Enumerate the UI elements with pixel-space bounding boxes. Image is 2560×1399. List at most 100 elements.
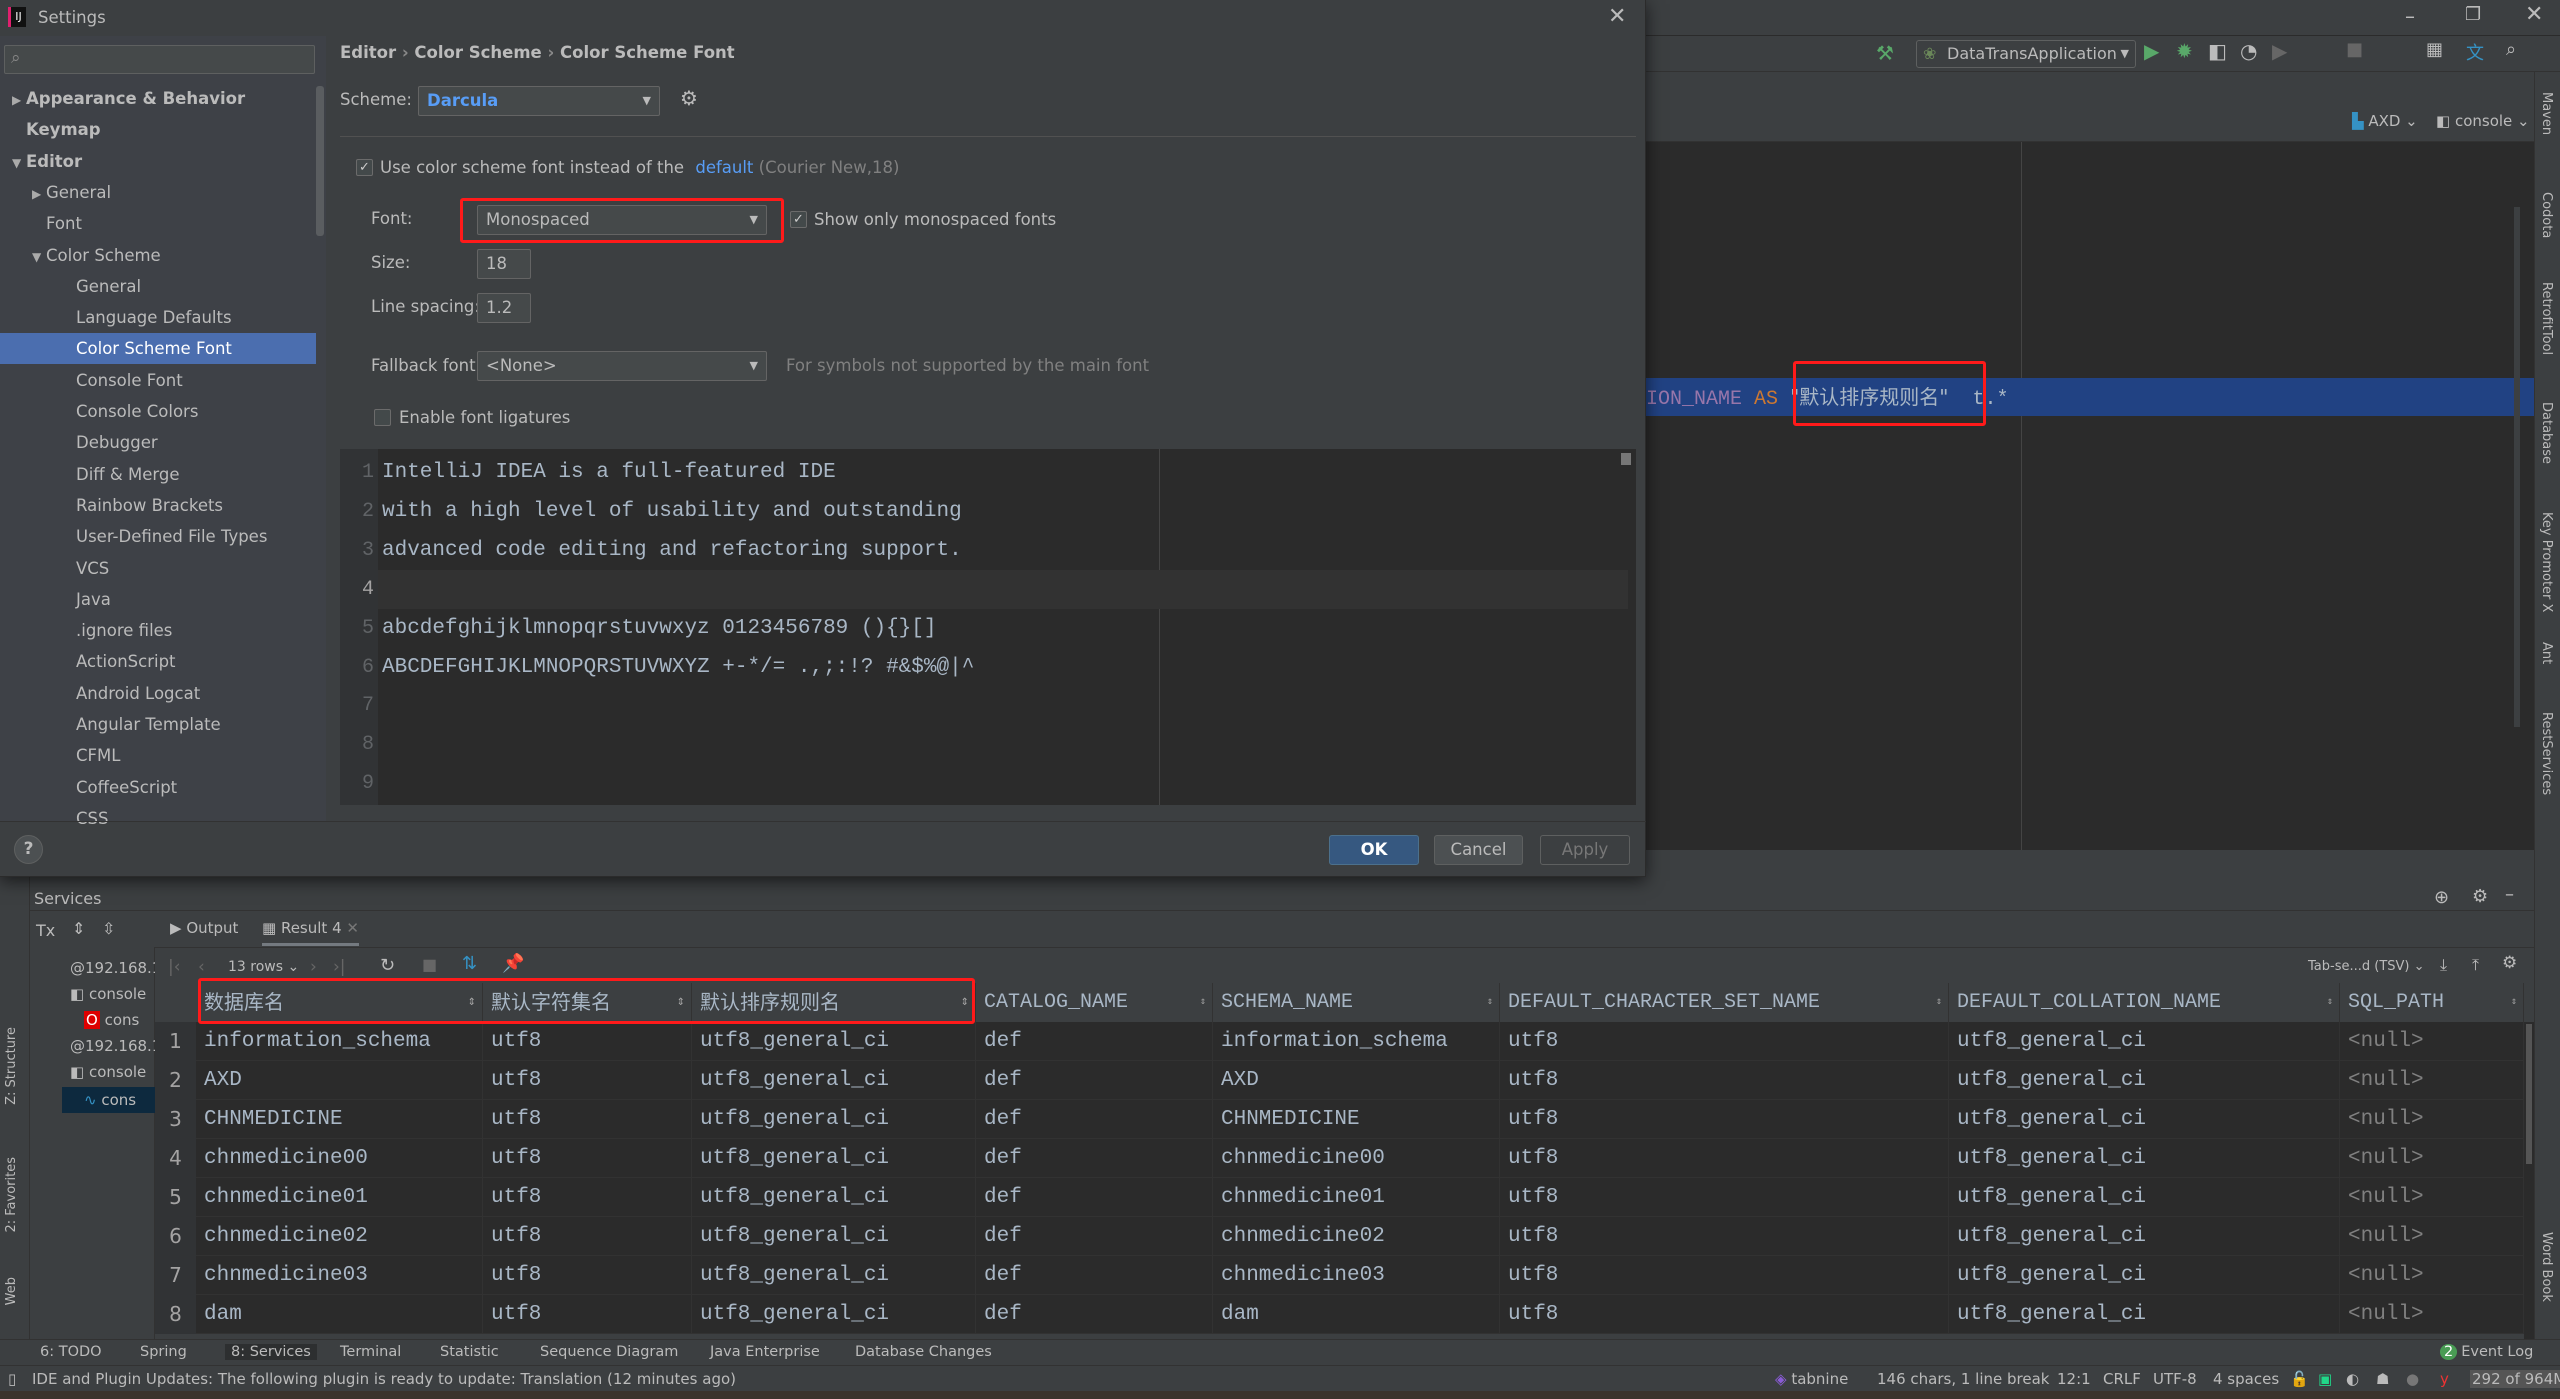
breadcrumb-item[interactable]: Color Scheme [414,43,541,62]
table-cell[interactable]: <null> [2340,1100,2524,1139]
table-cell[interactable]: utf8_general_ci [692,1139,976,1178]
table-cell[interactable]: information_schema [196,1022,483,1061]
sidebar-item[interactable]: CFML [0,740,316,771]
table-cell[interactable]: utf8 [483,1100,692,1139]
tool-window-button[interactable]: Terminal [340,1344,401,1360]
close-window-icon[interactable]: ✕ [2525,2,2543,27]
sidebar-item[interactable]: Java [0,584,316,615]
console-selector[interactable]: ◧ console ⌄ [2436,112,2530,130]
tool-window-button[interactable]: 8: Services [225,1344,317,1360]
indent-info[interactable]: 4 spaces [2213,1370,2279,1388]
prev-page-icon[interactable]: ‹ [198,957,205,977]
column-header[interactable]: DEFAULT_CHARACTER_SET_NAME ⇕ [1500,983,1949,1022]
table-cell[interactable]: utf8 [1500,1295,1949,1334]
sort-icon[interactable]: ⇕ [961,983,969,1022]
sidebar-item[interactable]: User-Defined File Types [0,521,316,552]
run-disabled-icon[interactable]: ▶ [2272,39,2287,63]
expand-all-icon[interactable]: ⇕ [72,919,85,938]
ligatures-checkbox[interactable] [374,409,391,426]
sidebar-item[interactable]: Console Font [0,365,316,396]
sidebar-item[interactable]: Language Defaults [0,302,316,333]
tree-item-console[interactable]: ◧ console [70,985,155,1003]
profile-icon[interactable]: ◔ [2240,39,2257,63]
export-format-selector[interactable]: Tab-se...d (TSV) ⌄ [2308,959,2425,974]
table-cell[interactable]: utf8 [483,1139,692,1178]
run-config-selector[interactable]: ❀ DataTransApplication ▼ [1916,40,2136,68]
sort-icon[interactable]: ⇕ [2327,983,2333,1022]
table-cell[interactable]: <null> [2340,1217,2524,1256]
sort-icon[interactable]: ⇕ [468,983,476,1022]
cancel-button[interactable]: Cancel [1434,835,1523,865]
table-cell[interactable]: utf8_general_ci [1949,1295,2340,1334]
table-cell[interactable]: utf8 [483,1022,692,1061]
table-cell[interactable]: chnmedicine01 [1213,1178,1500,1217]
table-cell[interactable]: <null> [2340,1178,2524,1217]
table-cell[interactable]: utf8_general_ci [692,1178,976,1217]
column-header[interactable]: 默认排序规则名 ⇕ [692,983,976,1022]
sidebar-item[interactable]: Color Scheme Font [0,333,316,365]
column-header[interactable]: SQL_PATH ⇕ [2340,983,2524,1022]
tx-mode-button[interactable]: Tx [36,921,55,940]
tool-structure[interactable]: Z: Structure [4,1027,19,1105]
table-cell[interactable]: utf8 [1500,1022,1949,1061]
table-cell[interactable]: <null> [2340,1295,2524,1334]
table-cell[interactable]: utf8_general_ci [1949,1061,2340,1100]
sidebar-item[interactable]: Font [0,208,316,239]
table-cell[interactable]: utf8 [1500,1178,1949,1217]
sidebar-item[interactable]: ActionScript [0,646,316,677]
table-cell[interactable]: def [976,1217,1213,1256]
table-cell[interactable]: utf8_general_ci [692,1100,976,1139]
sidebar-item[interactable]: General [0,271,316,302]
use-scheme-font-checkbox[interactable]: ✓ [356,159,373,176]
table-cell[interactable]: chnmedicine02 [1213,1217,1500,1256]
sort-icon[interactable]: ⇕ [1200,983,1206,1022]
sidebar-item[interactable]: Debugger [0,427,316,458]
sort-icon[interactable]: ⇕ [677,983,685,1022]
sidebar-item[interactable]: CoffeeScript [0,772,316,803]
table-cell[interactable]: utf8_general_ci [1949,1178,2340,1217]
table-cell[interactable]: <null> [2340,1022,2524,1061]
table-cell[interactable]: def [976,1139,1213,1178]
table-cell[interactable]: dam [1213,1295,1500,1334]
project-structure-icon[interactable]: ▦ [2426,39,2443,60]
sidebar-item[interactable]: VCS [0,553,316,584]
power-save-icon[interactable]: ◐ [2346,1370,2359,1388]
table-cell[interactable]: utf8_general_ci [692,1295,976,1334]
apply-button[interactable]: Apply [1540,835,1630,865]
table-settings-icon[interactable]: ⚙ [2502,953,2517,973]
table-cell[interactable]: utf8_general_ci [1949,1139,2340,1178]
table-cell[interactable]: utf8 [483,1217,692,1256]
status-message[interactable]: IDE and Plugin Updates: The following pl… [32,1370,736,1388]
sidebar-item[interactable]: Android Logcat [0,678,316,709]
debug-icon[interactable]: ✹ [2176,39,2193,63]
tool-word-book[interactable]: Word Book [2539,1232,2554,1302]
table-cell[interactable]: utf8_general_ci [1949,1100,2340,1139]
yaml-plugin-icon[interactable]: y [2440,1370,2449,1388]
tabnine-status[interactable]: ◈ tabnine [1775,1370,1848,1388]
line-spacing-input[interactable]: 1.2 [477,293,531,323]
datasource-selector[interactable]: ▙ AXD ⌄ [2352,112,2418,130]
default-font-link[interactable]: default [695,158,753,177]
rows-selector[interactable]: 13 rows ⌄ [228,959,299,975]
table-cell[interactable]: chnmedicine02 [196,1217,483,1256]
table-cell[interactable]: utf8 [1500,1256,1949,1295]
line-separator[interactable]: CRLF [2103,1370,2141,1388]
table-scrollbar[interactable] [2524,1022,2534,1339]
table-cell[interactable]: information_schema [1213,1022,1500,1061]
next-page-icon[interactable]: › [310,957,317,977]
tool-window-button[interactable]: Java Enterprise [710,1344,820,1360]
table-cell[interactable]: utf8_general_ci [692,1022,976,1061]
export-icon[interactable]: ⤓ [2440,955,2447,975]
tab-result-4[interactable]: ▦ Result 4 ✕ [262,914,359,946]
table-cell[interactable]: utf8 [483,1061,692,1100]
fallback-font-combo[interactable]: <None> ▼ [477,351,767,381]
restore-icon[interactable]: ❐ [2465,4,2481,25]
table-cell[interactable]: dam [196,1295,483,1334]
stop-icon[interactable]: ■ [422,955,437,974]
collapse-all-icon[interactable]: ⇳ [102,919,115,938]
sidebar-item[interactable]: ▼ Color Scheme [0,240,316,271]
table-cell[interactable]: chnmedicine03 [1213,1256,1500,1295]
help-button[interactable]: ? [14,835,43,864]
table-cell[interactable]: utf8 [1500,1061,1949,1100]
table-cell[interactable]: <null> [2340,1256,2524,1295]
